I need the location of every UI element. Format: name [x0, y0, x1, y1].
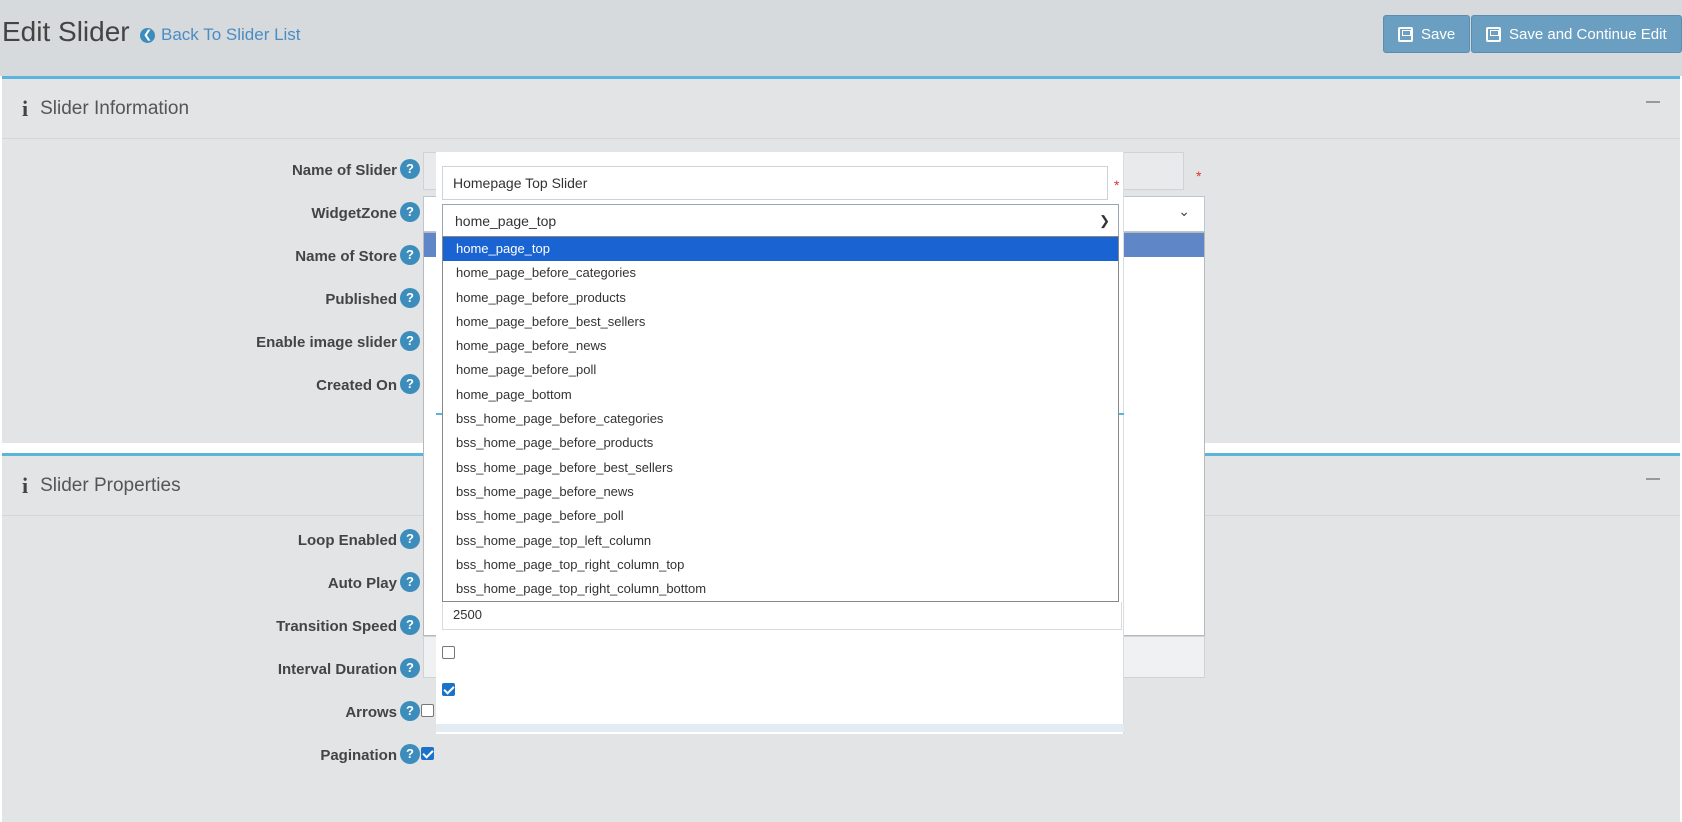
help-icon[interactable]: ?	[400, 615, 420, 635]
arrow-circle-left-icon: ❮	[140, 27, 155, 43]
chevron-down-icon: ⌄	[1178, 203, 1190, 219]
dropdown-option[interactable]: bss_home_page_before_news	[443, 480, 1118, 504]
help-icon[interactable]: ?	[400, 701, 420, 721]
label-auto-play: Auto Play	[327, 575, 397, 592]
label-created-on: Created On	[316, 377, 397, 394]
widgetzone-selected-value: home_page_top	[455, 213, 557, 229]
help-icon[interactable]: ?	[400, 288, 420, 308]
floppy-disk-icon	[1486, 26, 1501, 42]
label-transition-speed: Transition Speed	[276, 618, 397, 635]
dropdown-option[interactable]: home_page_before_news	[443, 334, 1118, 358]
help-icon[interactable]: ?	[400, 529, 420, 549]
label-name-of-slider: Name of Slider	[291, 162, 397, 179]
panel-title: Slider Properties	[40, 474, 181, 496]
widgetzone-select[interactable]: home_page_top ❯	[442, 204, 1119, 238]
transition-speed-input[interactable]: 2500	[442, 602, 1122, 630]
dropdown-option[interactable]: home_page_before_poll	[443, 358, 1118, 382]
help-icon[interactable]: ?	[400, 374, 420, 394]
save-continue-label: Save and Continue Edit	[1509, 25, 1667, 43]
help-icon[interactable]: ?	[400, 331, 420, 351]
label-loop-enabled: Loop Enabled	[297, 532, 397, 549]
dropdown-option[interactable]: home_page_bottom	[443, 383, 1118, 407]
save-button-label: Save	[1421, 25, 1456, 43]
collapse-icon[interactable]	[1646, 101, 1660, 103]
label-enable-image-slider: Enable image slider	[256, 334, 397, 351]
slider-information-heading[interactable]: i Slider Information	[2, 79, 1680, 139]
label-widget-zone: WidgetZone	[311, 205, 397, 222]
label-published: Published	[325, 291, 397, 308]
help-icon[interactable]: ?	[400, 202, 420, 222]
dropdown-option[interactable]: bss_home_page_before_poll	[443, 504, 1118, 528]
dropdown-option[interactable]: bss_home_page_top_right_column_bottom	[443, 577, 1118, 601]
overlay-unchecked-checkbox[interactable]	[442, 646, 455, 659]
dropdown-option[interactable]: home_page_top	[443, 237, 1118, 262]
label-name-of-store: Name of Store	[295, 248, 397, 265]
help-icon[interactable]: ?	[400, 245, 420, 265]
dropdown-option[interactable]: home_page_before_categories	[443, 261, 1118, 285]
chevron-down-icon: ❯	[1099, 213, 1110, 228]
dropdown-option[interactable]: bss_home_page_before_best_sellers	[443, 456, 1118, 480]
required-marker: *	[1196, 168, 1202, 184]
help-icon[interactable]: ?	[400, 658, 420, 678]
dropdown-option[interactable]: bss_home_page_before_products	[443, 431, 1118, 455]
overlay-checked-checkbox[interactable]	[442, 683, 455, 696]
label-arrows: Arrows	[345, 704, 397, 721]
content-header: Edit Slider ❮ Back To Slider List Save S…	[0, 0, 1682, 76]
pagination-checkbox[interactable]	[421, 747, 434, 760]
dropdown-option[interactable]: bss_home_page_top_left_column	[443, 529, 1118, 553]
save-button[interactable]: Save	[1383, 15, 1471, 53]
back-link-label: Back To Slider List	[161, 25, 301, 44]
dropdown-option[interactable]: home_page_before_best_sellers	[443, 310, 1118, 334]
page-title: Edit Slider	[2, 16, 130, 47]
dropdown-option[interactable]: bss_home_page_before_categories	[443, 407, 1118, 431]
widgetzone-dropdown-list: home_page_top home_page_before_categorie…	[442, 236, 1119, 602]
back-to-list-link[interactable]: ❮ Back To Slider List	[140, 25, 301, 45]
label-interval-duration: Interval Duration	[277, 661, 397, 678]
info-icon: i	[22, 472, 29, 498]
save-and-continue-button[interactable]: Save and Continue Edit	[1471, 15, 1682, 53]
dropdown-option[interactable]: home_page_before_products	[443, 286, 1118, 310]
help-icon[interactable]: ?	[400, 572, 420, 592]
help-icon[interactable]: ?	[400, 159, 420, 179]
panel-title: Slider Information	[40, 97, 190, 119]
collapse-icon[interactable]	[1646, 478, 1660, 480]
dropdown-option[interactable]: bss_home_page_top_right_column_top	[443, 553, 1118, 577]
info-icon: i	[22, 95, 29, 121]
label-pagination: Pagination	[320, 747, 397, 764]
help-icon[interactable]: ?	[400, 744, 420, 764]
name-of-slider-input[interactable]: Homepage Top Slider	[442, 166, 1108, 200]
required-marker: *	[1114, 177, 1120, 193]
overlay-card-footer	[436, 724, 1124, 732]
arrows-checkbox[interactable]	[421, 704, 434, 717]
floppy-disk-icon	[1398, 26, 1413, 42]
